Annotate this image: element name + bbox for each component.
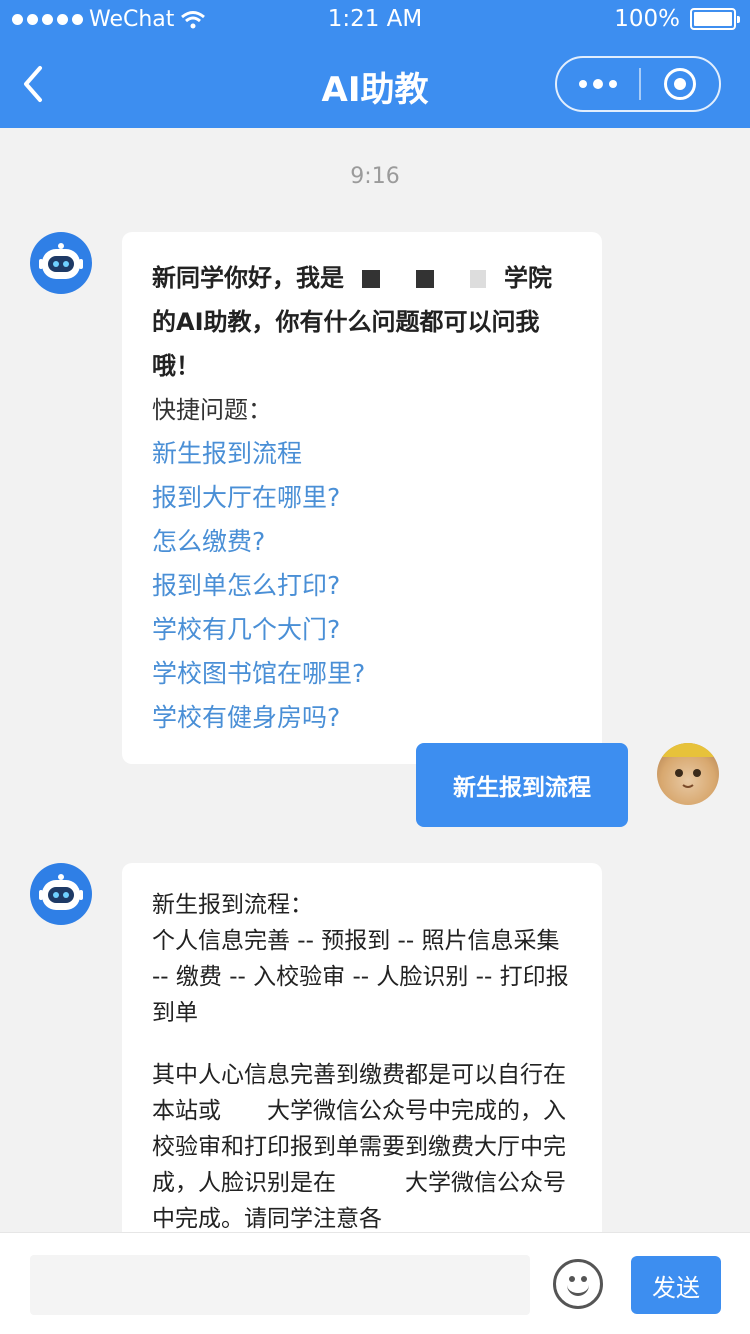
quick-question-payment[interactable]: 怎么缴费? bbox=[152, 520, 572, 564]
smiley-icon bbox=[569, 1276, 575, 1282]
welcome-text: 新同学你好，我是 学院的AI助教，你有什么问题都可以问我哦！ bbox=[152, 256, 572, 388]
bot-message-welcome: 新同学你好，我是 学院的AI助教，你有什么问题都可以问我哦！ 快捷问题： 新生报到… bbox=[122, 232, 602, 764]
robot-icon bbox=[39, 874, 83, 910]
bot-avatar bbox=[30, 232, 92, 294]
quick-question-gym[interactable]: 学校有健身房吗? bbox=[152, 696, 572, 740]
emoji-button[interactable] bbox=[553, 1259, 603, 1309]
redaction-mark bbox=[362, 270, 380, 288]
battery-icon bbox=[690, 8, 740, 30]
redaction-mark bbox=[416, 270, 434, 288]
more-dots-icon bbox=[579, 80, 587, 88]
send-button[interactable]: 发送 bbox=[631, 1256, 721, 1314]
user-avatar bbox=[657, 743, 719, 805]
quick-question-hall-location[interactable]: 报到大厅在哪里? bbox=[152, 476, 572, 520]
robot-icon bbox=[39, 243, 83, 279]
user-message: 新生报到流程 bbox=[416, 743, 628, 827]
chat-timestamp: 9:16 bbox=[350, 164, 400, 189]
close-miniprogram-button[interactable] bbox=[641, 58, 719, 110]
cat-avatar-icon bbox=[657, 743, 719, 788]
status-right: 100% bbox=[614, 6, 740, 32]
input-bar: 发送 bbox=[0, 1232, 750, 1334]
answer-detail: 其中人心信息完善到缴费都是可以自行在本站或 大学微信公众号中完成的，入校验审和打… bbox=[152, 1062, 566, 1232]
target-circle-icon bbox=[664, 68, 696, 100]
redaction-mark bbox=[470, 270, 486, 288]
chat-area[interactable]: 9:16 新同学你好，我是 学院的AI助教，你有什么问题都可以问我哦！ 快捷问题：… bbox=[0, 128, 750, 1232]
quick-question-registration-process[interactable]: 新生报到流程 bbox=[152, 432, 572, 476]
quick-question-gates[interactable]: 学校有几个大门? bbox=[152, 608, 572, 652]
more-button[interactable] bbox=[557, 58, 639, 110]
answer-steps: 个人信息完善 -- 预报到 -- 照片信息采集 -- 缴费 -- 入校验审 --… bbox=[152, 928, 569, 1026]
quick-question-print-form[interactable]: 报到单怎么打印? bbox=[152, 564, 572, 608]
battery-percent: 100% bbox=[614, 6, 680, 32]
answer-title: 新生报到流程： bbox=[152, 892, 313, 918]
bot-message-answer: 新生报到流程： 个人信息完善 -- 预报到 -- 照片信息采集 -- 缴费 --… bbox=[122, 863, 602, 1232]
nav-bar: AI助教 bbox=[0, 44, 750, 128]
app-header: WeChat 1:21 AM 100% AI助教 bbox=[0, 0, 750, 128]
quick-question-library[interactable]: 学校图书馆在哪里? bbox=[152, 652, 572, 696]
battery-fill bbox=[694, 12, 732, 26]
status-bar: WeChat 1:21 AM 100% bbox=[0, 0, 750, 40]
bot-avatar bbox=[30, 863, 92, 925]
quick-questions-label: 快捷问题： bbox=[152, 396, 272, 424]
welcome-text-part1: 新同学你好，我是 bbox=[152, 264, 344, 292]
message-input[interactable] bbox=[30, 1255, 530, 1315]
capsule-menu bbox=[555, 56, 721, 112]
